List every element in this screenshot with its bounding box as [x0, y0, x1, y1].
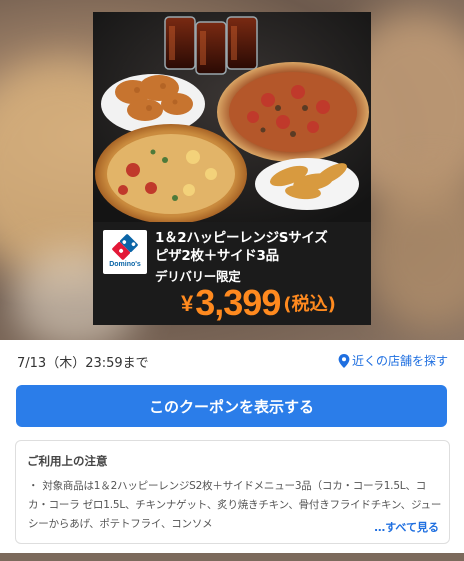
location-pin-icon [338, 353, 350, 368]
price-tax-label: (税込) [283, 294, 336, 315]
usage-notes-card: ご利用上の注意 ・対象商品は1＆2ハッピーレンジS2枚＋サイドメニュー3品（コカ… [15, 440, 450, 544]
coupon-meta-row: 7/13（木）23:59まで 近くの店舗を探す [0, 346, 464, 376]
brand-name: Domino's [109, 261, 141, 268]
notes-bullet: ・ [28, 480, 39, 492]
promo-price: ¥3,399 (税込) [181, 282, 336, 324]
next-card-edge [0, 553, 464, 561]
find-nearby-store-link[interactable]: 近くの店舗を探す [338, 352, 448, 369]
food-photo [93, 12, 371, 222]
promo-headline-line2: ピザ2枚＋サイド3品 [155, 248, 279, 264]
coupon-image: Domino's 1＆2ハッピーレンジSサイズ ピザ2枚＋サイド3品 デリバリー… [93, 12, 371, 325]
dominos-tile-icon [112, 234, 138, 260]
usage-notes-title: ご利用上の注意 [27, 454, 108, 468]
see-all-link[interactable]: …すべて見る [374, 519, 439, 535]
dominos-logo: Domino's [103, 230, 147, 274]
price-amount: 3,399 [195, 282, 281, 323]
find-nearby-store-label: 近くの店舗を探す [351, 354, 448, 368]
expiry-date: 7/13（木）23:59まで [17, 356, 149, 371]
promo-headline-line1: 1＆2ハッピーレンジSサイズ [155, 230, 328, 246]
show-coupon-button[interactable]: このクーポンを表示する [16, 385, 447, 427]
price-currency: ¥ [181, 291, 194, 316]
